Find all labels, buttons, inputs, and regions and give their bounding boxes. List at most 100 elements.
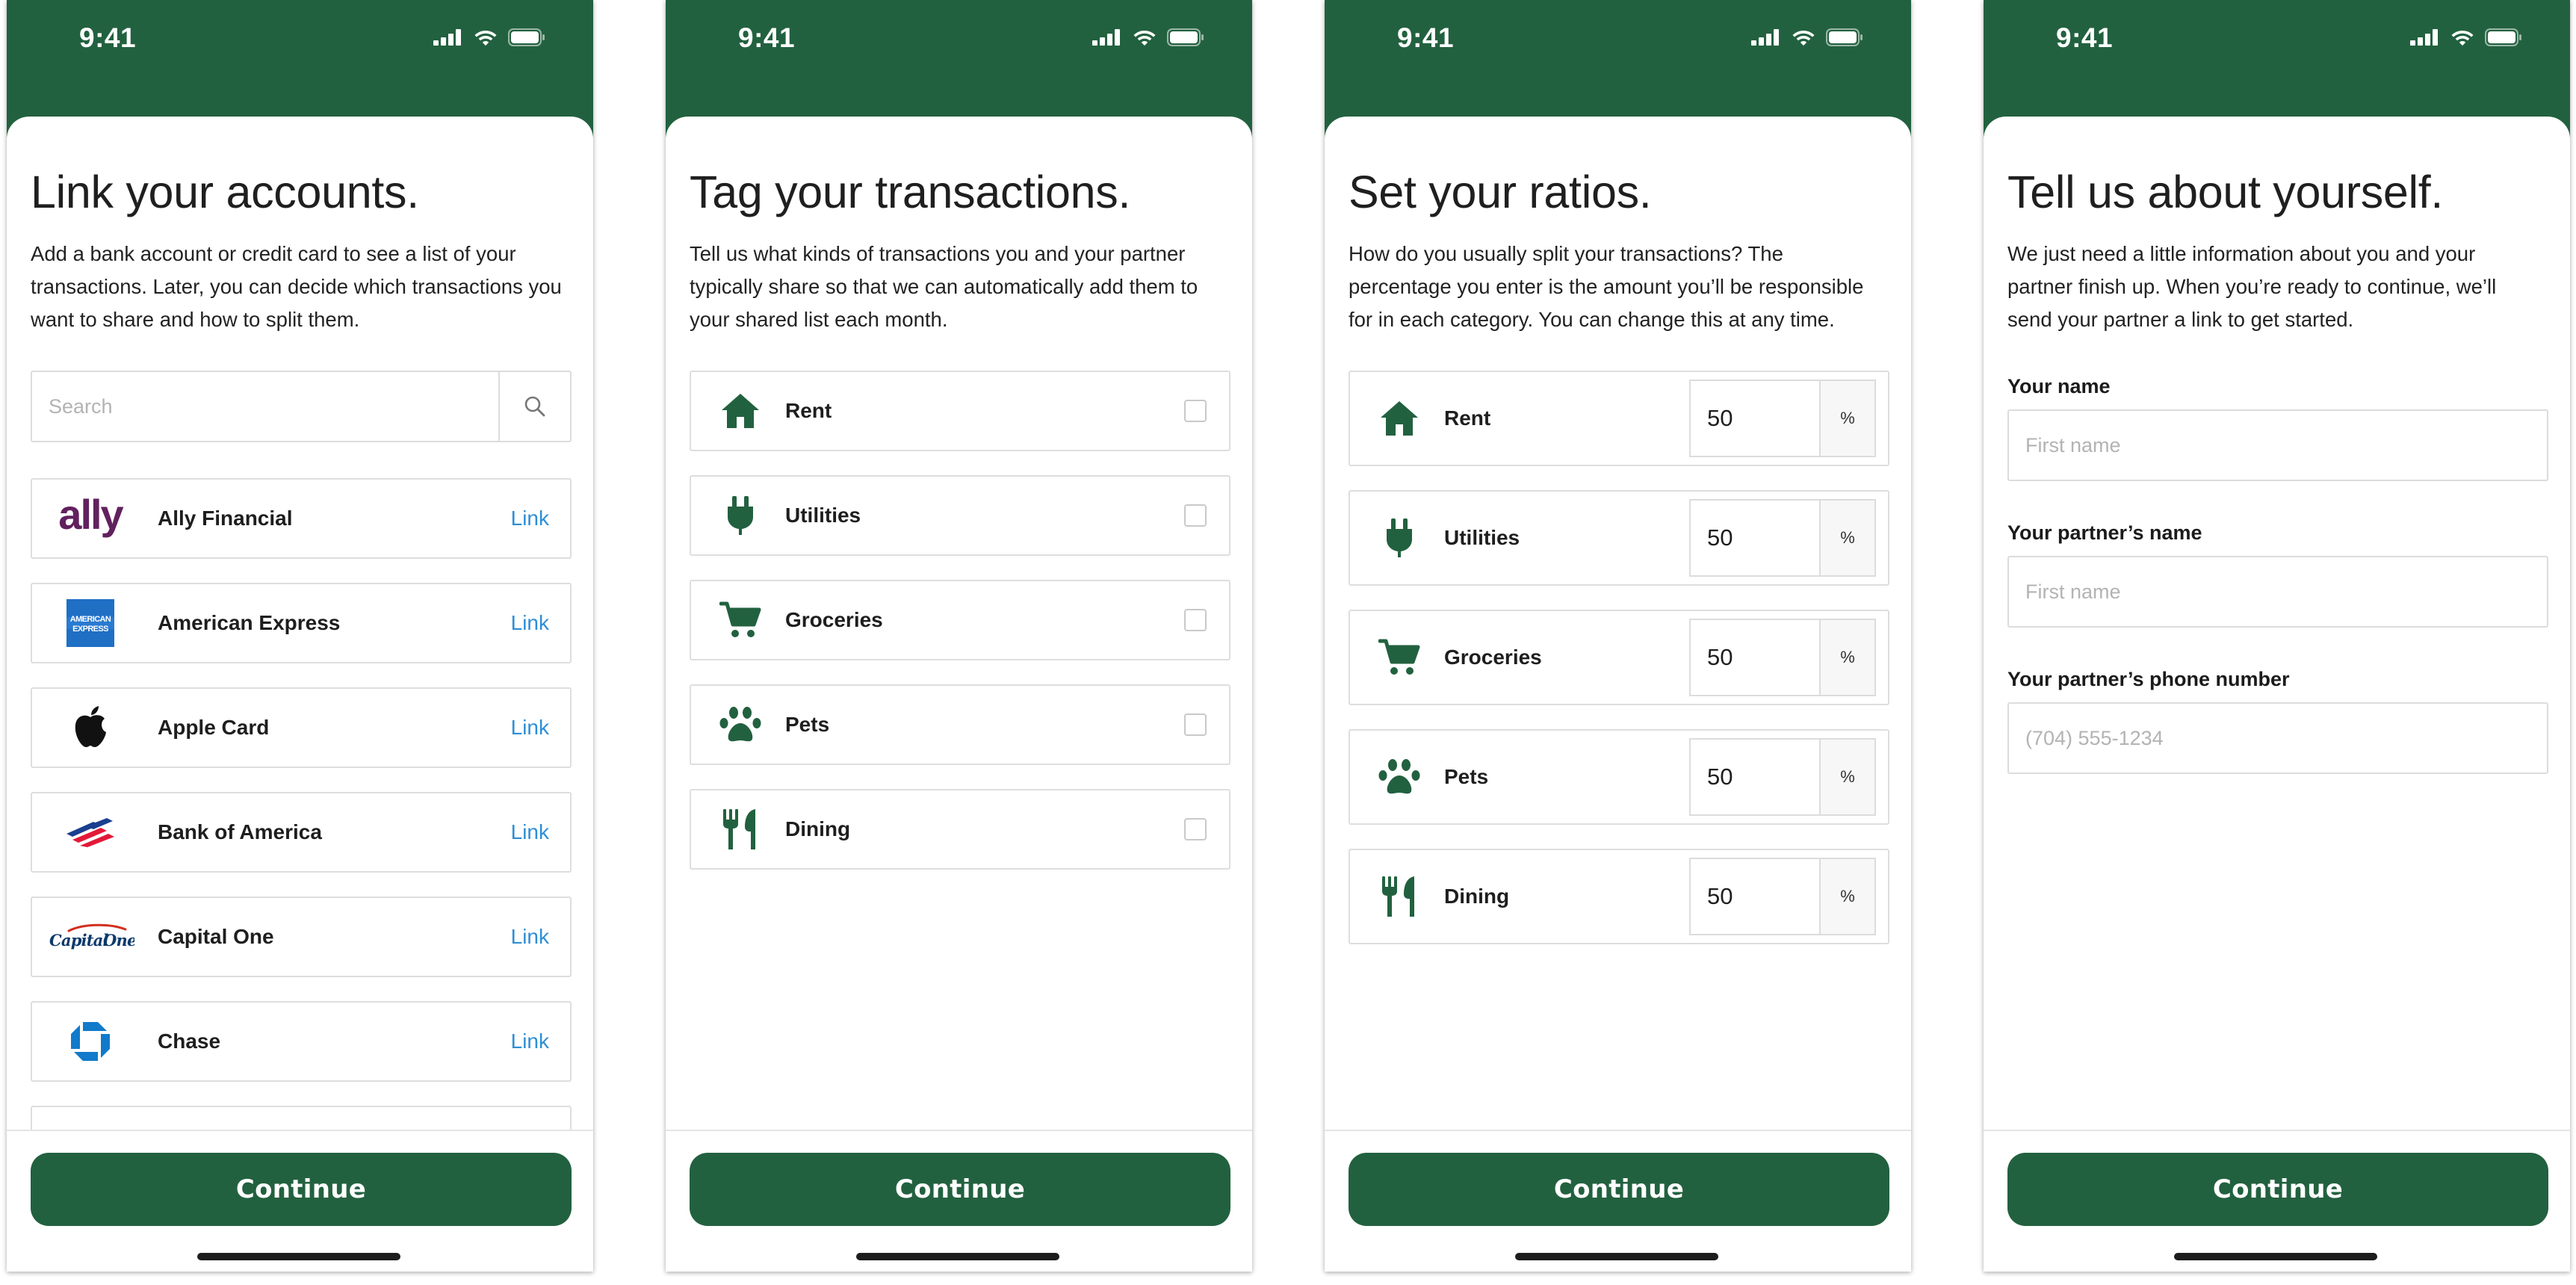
page-description: We just need a little information about …	[2007, 242, 2497, 331]
link-button[interactable]: Link	[511, 925, 549, 949]
link-button[interactable]: Link	[511, 820, 549, 844]
dining-ratio-input[interactable]: 50	[1691, 859, 1819, 934]
your-name-input[interactable]	[2007, 409, 2548, 481]
footer: Continue	[666, 1130, 1252, 1272]
groceries-checkbox[interactable]	[1184, 609, 1207, 631]
status-time: 9:41	[738, 22, 796, 53]
link-button[interactable]: Link	[511, 1029, 549, 1053]
status-icons	[433, 28, 545, 46]
search-button[interactable]	[498, 372, 570, 441]
category-row-groceries[interactable]: Groceries	[690, 580, 1230, 660]
battery-icon	[2485, 28, 2521, 46]
continue-button[interactable]: Continue	[31, 1153, 572, 1226]
bank-row-ally-financial[interactable]: ally Ally Financial Link	[31, 478, 572, 559]
svg-text:Capital: Capital	[49, 931, 108, 950]
bank-name: Apple Card	[158, 716, 270, 739]
ally-logo: ally	[38, 498, 143, 539]
category-row-rent[interactable]: Rent	[690, 371, 1230, 451]
bank-of-america-logo	[38, 817, 143, 847]
ratio-input-group: 50 %	[1689, 738, 1876, 816]
category-row-dining[interactable]: Dining	[690, 789, 1230, 870]
wifi-icon	[1133, 31, 1156, 46]
ratio-row-rent: Rent 50 %	[1349, 371, 1889, 466]
search-icon	[524, 396, 545, 417]
paw-icon	[1375, 753, 1423, 801]
battery-icon	[1167, 28, 1204, 46]
partner-phone-input[interactable]	[2007, 702, 2548, 774]
ratio-input-group: 50 %	[1689, 499, 1876, 577]
bank-name: American Express	[158, 611, 341, 634]
bank-name: Capital One	[158, 925, 274, 948]
pets-ratio-input[interactable]: 50	[1691, 740, 1819, 814]
cellular-signal-icon	[1751, 29, 1779, 46]
ratio-row-pets: Pets 50 %	[1349, 729, 1889, 825]
utensils-icon	[716, 805, 764, 853]
category-row-utilities[interactable]: Utilities	[690, 475, 1230, 556]
content-sheet: Tag your transactions. Tell us what kind…	[666, 117, 1252, 1272]
continue-button[interactable]: Continue	[2007, 1153, 2548, 1226]
battery-icon	[1826, 28, 1863, 46]
search-input[interactable]	[32, 372, 498, 441]
groceries-ratio-input[interactable]: 50	[1691, 620, 1819, 695]
status-icons	[1092, 28, 1204, 46]
house-icon	[1375, 394, 1423, 442]
page-title: Set your ratios.	[1349, 167, 1652, 217]
ratio-row-groceries: Groceries 50 %	[1349, 610, 1889, 705]
svg-text:ally: ally	[58, 498, 123, 538]
wifi-icon	[1792, 31, 1815, 46]
percent-unit: %	[1819, 501, 1874, 575]
rent-checkbox[interactable]	[1184, 400, 1207, 422]
link-button[interactable]: Link	[511, 716, 549, 740]
rent-ratio-input[interactable]: 50	[1691, 381, 1819, 456]
percent-unit: %	[1819, 381, 1874, 456]
bank-row-capital-one[interactable]: Capital One Capital One Link	[31, 897, 572, 977]
partner-phone-label: Your partner’s phone number	[2007, 668, 2290, 690]
category-label: Rent	[1444, 406, 1491, 430]
percent-unit: %	[1819, 740, 1874, 814]
wifi-icon	[474, 31, 497, 46]
utilities-ratio-input[interactable]: 50	[1691, 501, 1819, 575]
cart-icon	[716, 596, 764, 644]
capital-one-logo: Capital One	[38, 920, 143, 953]
home-indicator	[1515, 1253, 1718, 1260]
footer: Continue	[1325, 1130, 1911, 1272]
category-label: Groceries	[1444, 645, 1542, 669]
search-box	[31, 371, 572, 442]
bank-row-bank-of-america[interactable]: Bank of America Link	[31, 792, 572, 873]
link-button[interactable]: Link	[511, 611, 549, 635]
page-description: Tell us what kinds of transactions you a…	[690, 242, 1198, 331]
percent-unit: %	[1819, 620, 1874, 695]
continue-button[interactable]: Continue	[690, 1153, 1230, 1226]
pets-checkbox[interactable]	[1184, 713, 1207, 736]
ratio-input-group: 50 %	[1689, 619, 1876, 696]
content-sheet: Link your accounts. Add a bank account o…	[7, 117, 593, 1272]
house-icon	[716, 387, 764, 435]
ratio-row-dining: Dining 50 %	[1349, 849, 1889, 944]
cart-icon	[1375, 634, 1423, 681]
status-icons	[1751, 28, 1863, 46]
bank-row-apple-card[interactable]: Apple Card Link	[31, 687, 572, 768]
link-button[interactable]: Link	[511, 507, 549, 530]
footer: Continue	[7, 1130, 593, 1272]
cellular-signal-icon	[2410, 29, 2438, 46]
bank-row-chase[interactable]: Chase Link	[31, 1001, 572, 1082]
paw-icon	[716, 701, 764, 749]
dining-checkbox[interactable]	[1184, 818, 1207, 840]
home-indicator	[856, 1253, 1059, 1260]
bank-name: Chase	[158, 1029, 221, 1053]
ratio-input-group: 50 %	[1689, 380, 1876, 457]
category-row-pets[interactable]: Pets	[690, 684, 1230, 765]
page-title: Tell us about yourself.	[2007, 167, 2444, 217]
ratio-input-group: 50 %	[1689, 858, 1876, 935]
partner-name-input[interactable]	[2007, 556, 2548, 628]
bank-name: Ally Financial	[158, 507, 293, 530]
home-indicator	[197, 1253, 400, 1260]
partner-name-label: Your partner’s name	[2007, 521, 2202, 544]
svg-text:One: One	[103, 931, 134, 950]
utilities-checkbox[interactable]	[1184, 504, 1207, 527]
home-indicator	[2174, 1253, 2377, 1260]
wifi-icon	[2451, 31, 2474, 46]
continue-button[interactable]: Continue	[1349, 1153, 1889, 1226]
bank-row-american-express[interactable]: AMERICAN EXPRESS American Express Link	[31, 583, 572, 663]
battery-icon	[508, 28, 545, 46]
